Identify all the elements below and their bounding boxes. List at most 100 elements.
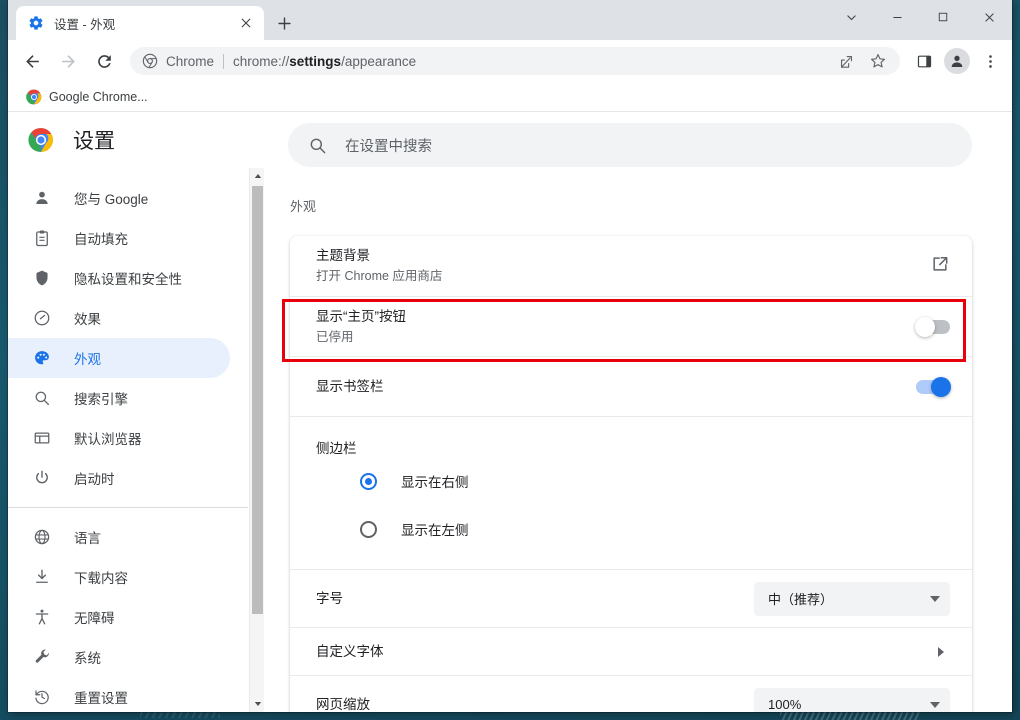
side-panel-label: 侧边栏 <box>316 417 972 457</box>
sidebar-item-downloads[interactable]: 下载内容 <box>8 557 230 597</box>
gear-icon <box>28 15 44 31</box>
sidebar-item-on-startup[interactable]: 启动时 <box>8 458 230 498</box>
minimize-icon[interactable] <box>874 0 920 34</box>
download-icon <box>32 567 52 587</box>
url-prefix: chrome:// <box>233 54 289 69</box>
radio-button[interactable] <box>360 473 377 490</box>
browser-tab[interactable]: 设置 - 外观 <box>16 6 264 40</box>
sidebar-item-languages[interactable]: 语言 <box>8 517 230 557</box>
browser-window: 设置 - 外观 <box>8 0 1012 712</box>
font-size-select[interactable]: 中（推荐） <box>754 582 950 616</box>
settings-page: 设置 在设置中搜索 您与 Goo <box>8 112 1012 712</box>
row-control <box>938 647 950 657</box>
radio-option-right[interactable]: 显示在右侧 <box>316 457 972 505</box>
settings-sidebar: 您与 Google 自动填充 <box>8 168 248 712</box>
browser-toolbar: Chrome chrome://settings/appearance <box>8 40 1012 82</box>
row-text: 网页缩放 <box>316 695 754 713</box>
section-title: 外观 <box>290 196 1012 215</box>
sidebar-item-search-engine[interactable]: 搜索引擎 <box>8 378 230 418</box>
sidebar-item-label: 重置设置 <box>74 687 128 707</box>
chrome-icon <box>142 53 158 69</box>
sidebar-item-reset-settings[interactable]: 重置设置 <box>8 677 230 712</box>
side-panel-icon[interactable] <box>910 47 938 75</box>
row-title: 显示“主页”按钮 <box>316 307 916 327</box>
bookmarks-bar-toggle[interactable] <box>916 380 950 394</box>
toggle-knob <box>931 377 951 397</box>
star-icon[interactable] <box>864 47 892 75</box>
sidebar-item-you-and-google[interactable]: 您与 Google <box>8 178 230 218</box>
tab-strip: 设置 - 外观 <box>8 0 1012 40</box>
scrollbar-thumb[interactable] <box>252 186 263 614</box>
address-bar[interactable]: Chrome chrome://settings/appearance <box>130 47 900 75</box>
sidebar-item-privacy[interactable]: 隐私设置和安全性 <box>8 258 230 298</box>
bookmark-item[interactable]: Google Chrome... <box>18 86 156 108</box>
sidebar-item-autofill[interactable]: 自动填充 <box>8 218 230 258</box>
sidebar-item-label: 隐私设置和安全性 <box>74 268 182 288</box>
row-side-panel: 侧边栏 显示在右侧 显示在左侧 <box>290 416 972 569</box>
sidebar-scrollbar[interactable] <box>249 168 265 712</box>
search-input[interactable]: 在设置中搜索 <box>288 123 972 167</box>
row-show-home-button[interactable]: 显示“主页”按钮 已停用 <box>290 296 972 356</box>
row-control <box>916 380 950 394</box>
sidebar-item-label: 无障碍 <box>74 607 115 627</box>
chevron-right-icon[interactable] <box>938 647 944 657</box>
palette-icon <box>32 348 52 368</box>
row-show-bookmarks-bar[interactable]: 显示书签栏 <box>290 356 972 416</box>
three-dot-menu-icon[interactable] <box>976 47 1004 75</box>
back-arrow-icon[interactable] <box>17 46 47 76</box>
share-icon[interactable] <box>832 47 860 75</box>
sidebar-item-label: 下载内容 <box>74 567 128 587</box>
sidebar-item-label: 启动时 <box>74 468 115 488</box>
chrome-logo-icon <box>28 127 54 153</box>
avatar[interactable] <box>944 48 970 74</box>
browser-window-icon <box>32 428 52 448</box>
wrench-icon <box>32 647 52 667</box>
speedometer-icon <box>32 308 52 328</box>
search-icon <box>32 388 52 408</box>
sidebar-item-performance[interactable]: 效果 <box>8 298 230 338</box>
bookmark-label: Google Chrome... <box>49 90 148 104</box>
toggle-knob <box>915 317 935 337</box>
settings-content: 外观 主题背景 打开 Chrome 应用商店 <box>264 168 1012 712</box>
sidebar-divider <box>8 507 248 508</box>
omnibox-actions <box>830 47 894 75</box>
settings-header: 设置 在设置中搜索 <box>8 112 1012 168</box>
row-title: 主题背景 <box>316 246 930 266</box>
open-in-new-icon[interactable] <box>930 254 950 279</box>
scroll-up-arrow-icon[interactable] <box>250 168 265 184</box>
omnibox-separator <box>223 54 224 69</box>
window-controls <box>828 0 1012 34</box>
row-customize-fonts[interactable]: 自定义字体 <box>290 627 972 675</box>
globe-icon <box>32 527 52 547</box>
radio-option-left[interactable]: 显示在左侧 <box>316 505 972 553</box>
row-font-size[interactable]: 字号 中（推荐） <box>290 569 972 627</box>
row-control: 100% <box>754 688 950 713</box>
row-text: 显示“主页”按钮 已停用 <box>316 307 916 347</box>
sidebar-item-accessibility[interactable]: 无障碍 <box>8 597 230 637</box>
person-icon <box>32 188 52 208</box>
row-text: 字号 <box>316 589 754 609</box>
power-icon <box>32 468 52 488</box>
reload-icon[interactable] <box>89 46 119 76</box>
sidebar-item-system[interactable]: 系统 <box>8 637 230 677</box>
home-button-toggle[interactable] <box>916 320 950 334</box>
close-icon[interactable] <box>236 13 256 33</box>
new-tab-button[interactable] <box>270 9 298 37</box>
close-window-icon[interactable] <box>966 0 1012 34</box>
chevron-down-icon[interactable] <box>828 0 874 34</box>
page-zoom-select[interactable]: 100% <box>754 688 950 713</box>
sidebar-item-appearance[interactable]: 外观 <box>8 338 230 378</box>
maximize-icon[interactable] <box>920 0 966 34</box>
sidebar-item-label: 语言 <box>74 527 101 547</box>
radio-button[interactable] <box>360 521 377 538</box>
row-theme[interactable]: 主题背景 打开 Chrome 应用商店 <box>290 236 972 296</box>
sidebar-item-default-browser[interactable]: 默认浏览器 <box>8 418 230 458</box>
shield-icon <box>32 268 52 288</box>
bookmarks-bar: Google Chrome... <box>8 82 1012 112</box>
tab-title: 设置 - 外观 <box>54 14 236 33</box>
scroll-down-arrow-icon[interactable] <box>250 696 265 712</box>
row-page-zoom[interactable]: 网页缩放 100% <box>290 675 972 712</box>
row-title: 自定义字体 <box>316 642 938 662</box>
search-icon <box>308 136 327 155</box>
row-control: 中（推荐） <box>754 582 950 616</box>
